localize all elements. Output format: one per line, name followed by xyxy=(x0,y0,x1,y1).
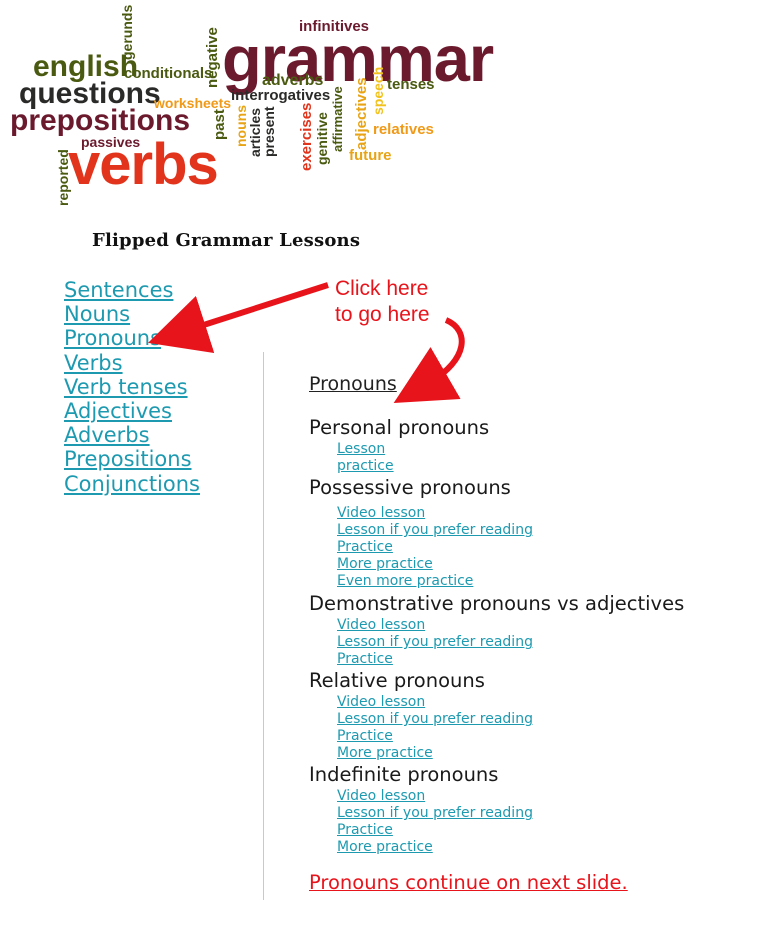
link-relative-practice[interactable]: Practice xyxy=(337,728,684,745)
section-title: Pronouns xyxy=(309,373,397,395)
link-personal-lesson[interactable]: Lesson xyxy=(337,441,684,458)
link-possessive-reading[interactable]: Lesson if you prefer reading xyxy=(337,522,684,539)
group-title-demonstrative: Demonstrative pronouns vs adjectives xyxy=(309,592,685,615)
link-demonstrative-practice[interactable]: Practice xyxy=(337,651,684,668)
pronouns-section: Pronouns Personal pronouns Lesson practi… xyxy=(309,372,684,896)
arrow-to-pronouns-link xyxy=(148,282,329,354)
link-indefinite-video[interactable]: Video lesson xyxy=(337,788,684,805)
link-indefinite-more-practice[interactable]: More practice xyxy=(337,839,684,856)
group-title-relative: Relative pronouns xyxy=(309,669,485,692)
group-title-indefinite: Indefinite pronouns xyxy=(309,763,499,786)
continue-next-slide-link[interactable]: Pronouns continue on next slide. xyxy=(309,870,684,896)
group-title-personal: Personal pronouns xyxy=(309,416,490,439)
link-demonstrative-video[interactable]: Video lesson xyxy=(337,617,684,634)
link-relative-video[interactable]: Video lesson xyxy=(337,694,684,711)
link-possessive-video[interactable]: Video lesson xyxy=(337,505,684,522)
link-relative-more-practice[interactable]: More practice xyxy=(337,745,684,762)
link-possessive-more-practice[interactable]: More practice xyxy=(337,556,684,573)
link-relative-reading[interactable]: Lesson if you prefer reading xyxy=(337,711,684,728)
link-possessive-practice[interactable]: Practice xyxy=(337,539,684,556)
link-demonstrative-reading[interactable]: Lesson if you prefer reading xyxy=(337,634,684,651)
link-personal-practice[interactable]: practice xyxy=(337,458,684,475)
group-title-possessive: Possessive pronouns xyxy=(309,476,511,499)
link-possessive-even-more[interactable]: Even more practice xyxy=(337,573,684,590)
link-indefinite-practice[interactable]: Practice xyxy=(337,822,684,839)
link-indefinite-reading[interactable]: Lesson if you prefer reading xyxy=(337,805,684,822)
